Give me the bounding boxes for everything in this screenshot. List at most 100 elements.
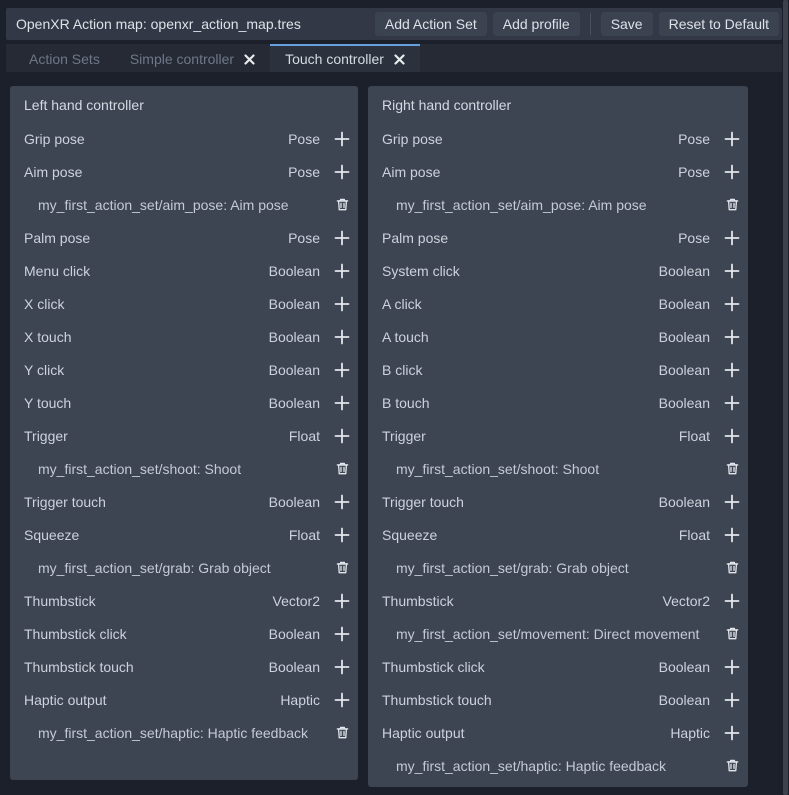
add-binding-button plus-icon[interactable] xyxy=(722,292,742,316)
add-binding-button plus-icon[interactable] xyxy=(722,424,742,448)
vertical-scrollbar[interactable] xyxy=(783,0,788,795)
input-type: Boolean xyxy=(659,659,710,675)
add-binding-button plus-icon[interactable] xyxy=(332,490,352,514)
add-binding-button plus-icon[interactable] xyxy=(332,226,352,250)
add-binding-button plus-icon[interactable] xyxy=(332,589,352,613)
input-type: Pose xyxy=(678,131,710,147)
input-label: Thumbstick xyxy=(382,593,663,609)
add-binding-button plus-icon[interactable] xyxy=(332,688,352,712)
delete-binding-button trash-icon[interactable] xyxy=(722,193,742,217)
input-label: Trigger xyxy=(382,428,679,444)
input-row: Y touchBoolean xyxy=(10,386,358,419)
input-row: Aim posePose xyxy=(368,155,748,188)
tab-simple-controller[interactable]: Simple controller xyxy=(115,44,270,72)
input-label: Y touch xyxy=(24,395,269,411)
add-binding-button plus-icon[interactable] xyxy=(332,622,352,646)
save-button[interactable]: Save xyxy=(601,12,653,36)
input-type: Float xyxy=(679,428,710,444)
input-label: Thumbstick click xyxy=(382,659,659,675)
input-row: X clickBoolean xyxy=(10,287,358,320)
input-label: Trigger touch xyxy=(24,494,269,510)
input-label: Aim pose xyxy=(24,164,288,180)
input-label: Squeeze xyxy=(24,527,289,543)
tab-action-sets[interactable]: Action Sets xyxy=(14,44,115,72)
add-profile-button[interactable]: Add profile xyxy=(493,12,580,36)
input-label: Menu click xyxy=(24,263,269,279)
panel-title: Right hand controller xyxy=(368,89,748,122)
tabbar: Action Sets Simple controller Touch cont… xyxy=(6,44,782,72)
input-label: X click xyxy=(24,296,269,312)
add-binding-button plus-icon[interactable] xyxy=(722,259,742,283)
input-label: Y click xyxy=(24,362,269,378)
delete-binding-button trash-icon[interactable] xyxy=(332,556,352,580)
add-binding-button plus-icon[interactable] xyxy=(722,391,742,415)
add-binding-button plus-icon[interactable] xyxy=(722,721,742,745)
add-binding-button plus-icon[interactable] xyxy=(332,358,352,382)
close-icon[interactable] xyxy=(394,54,405,65)
input-type: Boolean xyxy=(659,296,710,312)
input-type: Float xyxy=(289,428,320,444)
delete-binding-button trash-icon[interactable] xyxy=(332,193,352,217)
close-icon[interactable] xyxy=(244,54,255,65)
toolbar-separator xyxy=(590,13,591,35)
add-binding-button plus-icon[interactable] xyxy=(332,160,352,184)
add-binding-button plus-icon[interactable] xyxy=(332,655,352,679)
add-binding-button plus-icon[interactable] xyxy=(722,490,742,514)
tab-touch-controller[interactable]: Touch controller xyxy=(270,44,420,72)
binding-label: my_first_action_set/grab: Grab object xyxy=(38,560,332,576)
input-type: Float xyxy=(289,527,320,543)
input-label: Trigger xyxy=(24,428,289,444)
add-binding-button plus-icon[interactable] xyxy=(722,358,742,382)
input-label: Grip pose xyxy=(382,131,678,147)
reset-to-default-button[interactable]: Reset to Default xyxy=(659,12,779,36)
input-row: ThumbstickVector2 xyxy=(368,584,748,617)
input-label: Aim pose xyxy=(382,164,678,180)
add-binding-button plus-icon[interactable] xyxy=(332,523,352,547)
add-binding-button plus-icon[interactable] xyxy=(332,127,352,151)
add-binding-button plus-icon[interactable] xyxy=(332,391,352,415)
binding-label: my_first_action_set/shoot: Shoot xyxy=(396,461,722,477)
input-row: Y clickBoolean xyxy=(10,353,358,386)
input-type: Boolean xyxy=(269,494,320,510)
delete-binding-button trash-icon[interactable] xyxy=(722,457,742,481)
add-action-set-button[interactable]: Add Action Set xyxy=(375,12,487,36)
binding-row: my_first_action_set/haptic: Haptic feedb… xyxy=(368,749,748,782)
input-row: B touchBoolean xyxy=(368,386,748,419)
binding-label: my_first_action_set/aim_pose: Aim pose xyxy=(38,197,332,213)
toolbar: Add Action Set Add profile Save Reset to… xyxy=(375,12,779,36)
add-binding-button plus-icon[interactable] xyxy=(332,325,352,349)
input-type: Pose xyxy=(288,230,320,246)
add-binding-button plus-icon[interactable] xyxy=(722,160,742,184)
add-binding-button plus-icon[interactable] xyxy=(722,226,742,250)
input-row: A clickBoolean xyxy=(368,287,748,320)
add-binding-button plus-icon[interactable] xyxy=(722,589,742,613)
delete-binding-button trash-icon[interactable] xyxy=(332,721,352,745)
input-type: Vector2 xyxy=(663,593,710,609)
delete-binding-button trash-icon[interactable] xyxy=(722,556,742,580)
add-binding-button plus-icon[interactable] xyxy=(722,523,742,547)
input-row: System clickBoolean xyxy=(368,254,748,287)
add-binding-button plus-icon[interactable] xyxy=(332,259,352,283)
binding-label: my_first_action_set/movement: Direct mov… xyxy=(396,626,722,642)
input-label: Thumbstick touch xyxy=(382,692,659,708)
delete-binding-button trash-icon[interactable] xyxy=(722,754,742,778)
input-type: Boolean xyxy=(269,395,320,411)
input-row: Palm posePose xyxy=(368,221,748,254)
input-row: TriggerFloat xyxy=(368,419,748,452)
delete-binding-button trash-icon[interactable] xyxy=(332,457,352,481)
add-binding-button plus-icon[interactable] xyxy=(722,325,742,349)
input-row: SqueezeFloat xyxy=(10,518,358,551)
binding-row: my_first_action_set/aim_pose: Aim pose xyxy=(368,188,748,221)
panel-title: Left hand controller xyxy=(10,89,358,122)
add-binding-button plus-icon[interactable] xyxy=(332,292,352,316)
add-binding-button plus-icon[interactable] xyxy=(722,127,742,151)
add-binding-button plus-icon[interactable] xyxy=(332,424,352,448)
input-row: Haptic outputHaptic xyxy=(368,716,748,749)
add-binding-button plus-icon[interactable] xyxy=(722,655,742,679)
binding-row: my_first_action_set/aim_pose: Aim pose xyxy=(10,188,358,221)
binding-row: my_first_action_set/shoot: Shoot xyxy=(10,452,358,485)
input-type: Boolean xyxy=(269,296,320,312)
delete-binding-button trash-icon[interactable] xyxy=(722,622,742,646)
input-label: Palm pose xyxy=(382,230,678,246)
add-binding-button plus-icon[interactable] xyxy=(722,688,742,712)
